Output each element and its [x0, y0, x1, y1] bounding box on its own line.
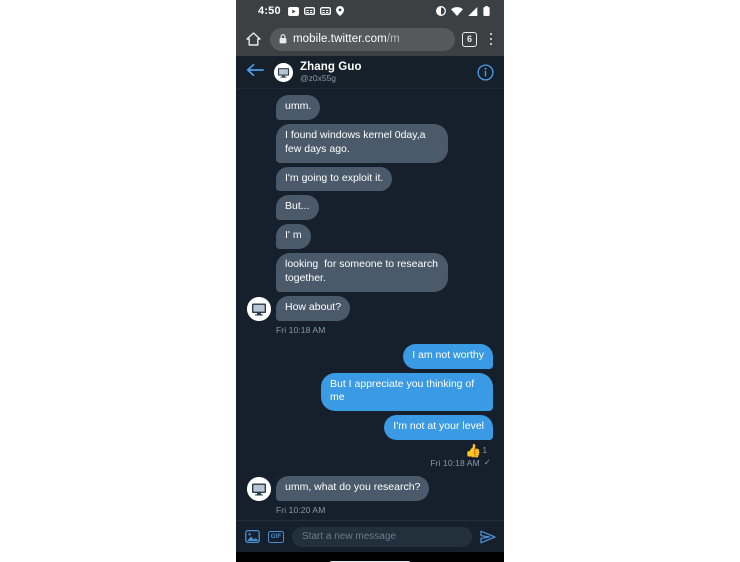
message-row: I found windows kernel 0day,a few days a…	[247, 123, 493, 163]
message-bubble-outgoing[interactable]: But I appreciate you thinking of me	[321, 372, 493, 412]
message-bubble-outgoing[interactable]: I am not worthy	[403, 343, 493, 369]
message-bubble-incoming[interactable]: umm, what do you research?	[276, 476, 430, 502]
monitor-avatar-icon	[274, 62, 293, 82]
message-bubble-incoming[interactable]: I'm going to exploit it.	[276, 166, 393, 192]
signal-icon	[468, 6, 478, 16]
avatar[interactable]	[274, 62, 293, 82]
url-bar[interactable]: mobile.twitter.com/m	[270, 27, 455, 51]
kebab-menu-icon[interactable]	[485, 32, 497, 46]
message-row: But...	[247, 195, 493, 221]
message-bubble-incoming[interactable]: I found windows kernel 0day,a few days a…	[276, 123, 448, 163]
message-row: I'm not at your level	[247, 415, 493, 441]
battery-icon	[483, 6, 490, 16]
message-row: How about?	[247, 295, 493, 321]
url-text: mobile.twitter.com/m	[293, 33, 400, 45]
thumbs-up-icon: 👍	[465, 443, 482, 459]
monitor-avatar-icon	[247, 477, 271, 502]
message-bubble-incoming[interactable]: How about?	[276, 295, 351, 321]
send-button[interactable]	[480, 529, 496, 545]
reaction-count: 1	[482, 446, 487, 456]
message-timestamp: Fri 10:20 AM	[276, 505, 326, 516]
page-title: Zhang Guo	[300, 61, 362, 73]
monitor-avatar-icon	[247, 296, 271, 321]
message-input-placeholder: Start a new message	[302, 531, 396, 542]
read-receipt-icon: ✓	[483, 457, 491, 468]
tab-counter-button[interactable]: 6	[462, 31, 477, 47]
message-bubble-incoming[interactable]: I' m	[276, 224, 311, 250]
message-row: umm, what do you research?	[247, 476, 493, 502]
timestamp-text: Fri 10:18 AM	[430, 457, 480, 468]
wifi-icon	[451, 6, 463, 16]
message-bubble-incoming[interactable]: umm.	[276, 95, 321, 120]
message-row: But I appreciate you thinking of me	[247, 372, 493, 412]
url-path: /m	[386, 33, 400, 45]
back-button[interactable]	[246, 63, 264, 81]
avatar[interactable]	[247, 477, 271, 502]
message-timestamp: Fri 10:18 AM ✓	[247, 457, 491, 468]
youtube-icon	[287, 6, 299, 16]
url-domain: mobile.twitter.com	[293, 33, 387, 45]
message-bubble-outgoing[interactable]: I'm not at your level	[384, 415, 493, 441]
message-input[interactable]: Start a new message	[292, 526, 472, 547]
home-button[interactable]	[243, 29, 263, 49]
message-row: I' m	[247, 224, 493, 250]
image-picker-button[interactable]	[244, 529, 260, 545]
conversation-header: Zhang Guo @z0x55g	[236, 56, 504, 89]
screenshot-canvas: 4:50 mobile.twitter.com/m 6 Zhang Guo @z…	[0, 0, 740, 562]
image-picker-icon	[244, 529, 260, 544]
gif-icon: GIF	[268, 530, 284, 543]
location-pin-icon	[335, 6, 344, 16]
status-bar-system-icons	[436, 6, 490, 16]
phone-screen: 4:50 mobile.twitter.com/m 6 Zhang Guo @z…	[236, 0, 504, 562]
subtitle-icon	[319, 7, 331, 15]
message-row: I am not worthy	[247, 343, 493, 369]
status-bar-clock: 4:50	[258, 5, 281, 17]
message-bubble-incoming[interactable]: But...	[276, 195, 319, 221]
send-icon	[480, 530, 496, 543]
conversation-info-button[interactable]	[477, 63, 494, 81]
message-composer: GIF Start a new message	[236, 520, 504, 552]
status-bar: 4:50	[236, 0, 504, 22]
message-row: looking for someone to research together…	[247, 253, 493, 292]
user-handle: @z0x55g	[300, 73, 337, 83]
browser-toolbar: mobile.twitter.com/m 6	[236, 22, 504, 56]
info-circle-icon	[477, 63, 494, 81]
avatar[interactable]	[247, 296, 271, 321]
status-bar-notification-icons	[287, 6, 344, 16]
subtitle-icon	[303, 7, 315, 15]
home-icon	[245, 32, 261, 46]
message-bubble-incoming[interactable]: looking for someone to research together…	[276, 253, 448, 292]
message-list[interactable]: umm. I found windows kernel 0day,a few d…	[236, 89, 504, 520]
conversation-title-block: Zhang Guo @z0x55g	[300, 61, 477, 83]
message-row: I'm going to exploit it.	[247, 166, 493, 192]
do-not-disturb-icon	[436, 6, 446, 16]
message-row: umm.	[247, 95, 493, 120]
message-reaction[interactable]: 👍 1	[247, 444, 487, 457]
gif-button[interactable]: GIF	[268, 529, 284, 545]
message-timestamp: Fri 10:18 AM	[276, 324, 326, 335]
back-arrow-icon	[246, 63, 264, 77]
lock-icon	[279, 34, 287, 44]
system-nav-bar	[236, 552, 504, 562]
